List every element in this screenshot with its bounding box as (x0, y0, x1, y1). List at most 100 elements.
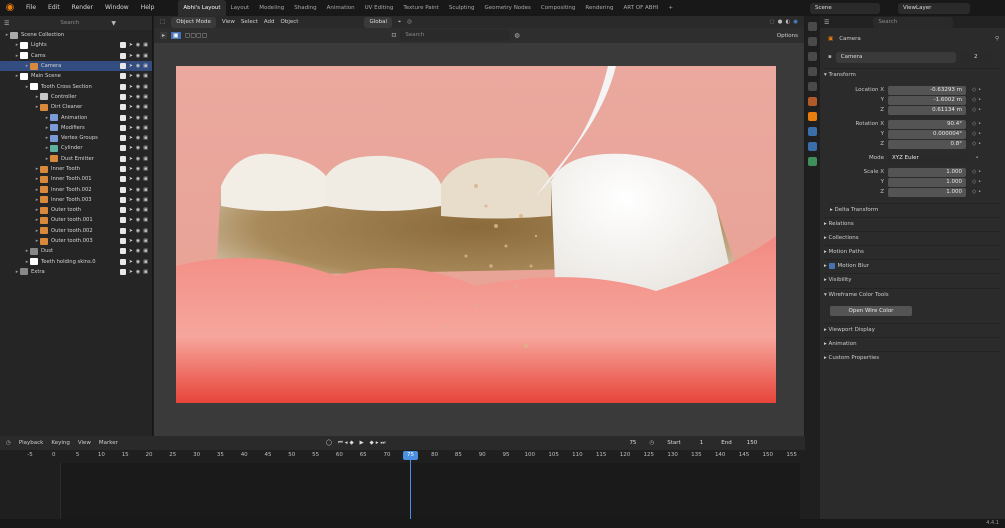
outliner-row[interactable]: ▸ Inner Tooth.001 ➤ ◉ ▣ (0, 174, 152, 184)
menu-file[interactable]: File (20, 0, 42, 16)
mode-selector[interactable]: Object Mode (171, 16, 216, 28)
keyframe-icon[interactable]: ◇ • (972, 189, 981, 195)
visibility-toggles[interactable]: ➤ ◉ ▣ (119, 217, 148, 224)
tab-geometry-nodes[interactable]: Geometry Nodes (480, 0, 536, 16)
playback-controls[interactable]: ◯ ⏮◂◆ ▶ ◆▸⏭ (326, 440, 388, 447)
rendered-shading-icon[interactable]: ◉ (793, 19, 798, 25)
eye-icon[interactable]: ◉ (136, 42, 140, 48)
select-arrow-icon[interactable]: ➤ (129, 228, 133, 234)
select-mode-icons[interactable]: ▢▢▢▢ (185, 32, 208, 39)
select-arrow-icon[interactable]: ➤ (129, 187, 133, 193)
select-arrow-icon[interactable]: ➤ (129, 207, 133, 213)
outliner-row[interactable]: ▸ Scene Collection (0, 30, 152, 40)
visibility-toggles[interactable]: ➤ ◉ ▣ (119, 73, 148, 80)
user-count[interactable]: 2 (959, 51, 992, 63)
toolbar-toggle-icon[interactable]: ▸ (160, 32, 168, 39)
visibility-toggles[interactable]: ➤ ◉ ▣ (119, 93, 148, 100)
select-arrow-icon[interactable]: ➤ (129, 248, 133, 254)
exclude-checkbox[interactable] (119, 114, 126, 121)
transform-orientation-selector[interactable]: Global (364, 16, 393, 28)
select-arrow-icon[interactable]: ➤ (129, 135, 133, 141)
camera-render-icon[interactable]: ▣ (143, 166, 148, 172)
select-box-icon[interactable]: ▣ (171, 32, 181, 39)
view-menu[interactable]: View (78, 440, 91, 446)
outliner-row[interactable]: ▸ Animation ➤ ◉ ▣ (0, 112, 152, 122)
outliner-row[interactable]: ▸ Dirt Cleaner ➤ ◉ ▣ (0, 102, 152, 112)
select-arrow-icon[interactable]: ➤ (129, 84, 133, 90)
outliner-row[interactable]: ▸ Inner Tooth.002 ➤ ◉ ▣ (0, 184, 152, 194)
motion-blur-panel[interactable]: ▸ Motion Blur (824, 259, 1001, 271)
keyframe-icon[interactable]: ◇ • (972, 169, 981, 175)
collections-panel[interactable]: ▸ Collections (824, 231, 1001, 243)
keyframe-icon[interactable]: ◇ • (972, 87, 981, 93)
custom-properties-panel[interactable]: ▸ Custom Properties (824, 351, 1001, 363)
select-arrow-icon[interactable]: ➤ (129, 156, 133, 162)
view-menu[interactable]: View (222, 19, 235, 25)
object-tab-icon[interactable] (808, 112, 817, 121)
scale-y-field[interactable]: 1.000 (888, 177, 966, 187)
scene-field[interactable]: Scene (810, 2, 880, 14)
outliner-row[interactable]: ▸ Dust ➤ ◉ ▣ (0, 246, 152, 256)
exclude-checkbox[interactable] (119, 52, 126, 59)
visibility-toggles[interactable]: ➤ ◉ ▣ (119, 196, 148, 203)
keyframe-icon[interactable]: ◇ • (972, 131, 981, 137)
select-arrow-icon[interactable]: ➤ (129, 217, 133, 223)
exclude-checkbox[interactable] (119, 145, 126, 152)
exclude-checkbox[interactable] (119, 63, 126, 70)
playhead-frame[interactable]: 75 (403, 451, 418, 460)
object-menu[interactable]: Object (281, 19, 299, 25)
proportional-editing-icon[interactable]: ◎ (407, 19, 412, 25)
keying-menu[interactable]: Keying (51, 440, 69, 446)
camera-render-icon[interactable]: ▣ (143, 42, 148, 48)
output-tab-icon[interactable] (808, 52, 817, 61)
frame-range-area[interactable] (60, 463, 800, 519)
eye-icon[interactable]: ◉ (136, 73, 140, 79)
playback-menu[interactable]: Playback (19, 440, 44, 446)
select-arrow-icon[interactable]: ➤ (129, 104, 133, 110)
select-arrow-icon[interactable]: ➤ (129, 115, 133, 121)
playhead-line[interactable] (410, 452, 411, 520)
exclude-checkbox[interactable] (119, 268, 126, 275)
visibility-toggles[interactable]: ➤ ◉ ▣ (119, 52, 148, 59)
data-tab-icon[interactable] (808, 157, 817, 166)
eye-icon[interactable]: ◉ (136, 207, 140, 213)
camera-render-icon[interactable]: ▣ (143, 197, 148, 203)
outliner-row[interactable]: ▸ Lights ➤ ◉ ▣ (0, 40, 152, 50)
outliner-row[interactable]: ▸ Outer tooth.001 ➤ ◉ ▣ (0, 215, 152, 225)
viewport-search-input[interactable]: Search (400, 30, 511, 41)
viewport-display-panel[interactable]: ▸ Viewport Display (824, 323, 1001, 335)
eye-icon[interactable]: ◉ (136, 259, 140, 265)
visibility-toggles[interactable]: ➤ ◉ ▣ (119, 104, 148, 111)
scale-z-field[interactable]: 1.000 (888, 187, 966, 197)
visibility-toggles[interactable]: ➤ ◉ ▣ (119, 145, 148, 152)
exclude-checkbox[interactable] (119, 176, 126, 183)
camera-render-icon[interactable]: ▣ (143, 248, 148, 254)
rotation-x-field[interactable]: 90.4° (888, 119, 966, 129)
tab-sculpting[interactable]: Sculpting (444, 0, 480, 16)
object-name[interactable]: Camera (839, 36, 861, 42)
eye-icon[interactable]: ◉ (136, 197, 140, 203)
outliner-row[interactable]: ▸ Cylinder ➤ ◉ ▣ (0, 143, 152, 153)
camera-render-icon[interactable]: ▣ (143, 145, 148, 151)
eye-icon[interactable]: ◉ (136, 156, 140, 162)
visibility-toggles[interactable]: ➤ ◉ ▣ (119, 176, 148, 183)
camera-render-icon[interactable]: ▣ (143, 238, 148, 244)
exclude-checkbox[interactable] (119, 166, 126, 172)
exclude-checkbox[interactable] (119, 186, 126, 193)
tool-tab-icon[interactable] (808, 22, 817, 31)
camera-render-icon[interactable]: ▣ (143, 94, 148, 100)
data-block-name[interactable]: Camera (835, 51, 956, 63)
camera-render-icon[interactable]: ▣ (143, 63, 148, 69)
outliner-row[interactable]: ▸ Vertex Groups ➤ ◉ ▣ (0, 133, 152, 143)
select-arrow-icon[interactable]: ➤ (129, 125, 133, 131)
eye-icon[interactable]: ◉ (136, 84, 140, 90)
outliner-row[interactable]: ▸ Tooth Cross Section ➤ ◉ ▣ (0, 81, 152, 91)
camera-render-icon[interactable]: ▣ (143, 73, 148, 79)
render-tab-icon[interactable] (808, 37, 817, 46)
select-arrow-icon[interactable]: ➤ (129, 176, 133, 182)
motion-blur-checkbox[interactable] (828, 262, 835, 269)
exclude-checkbox[interactable] (119, 227, 126, 234)
exclude-checkbox[interactable] (119, 135, 126, 142)
camera-render-icon[interactable]: ▣ (143, 115, 148, 121)
animation-panel[interactable]: ▸ Animation (824, 337, 1001, 349)
